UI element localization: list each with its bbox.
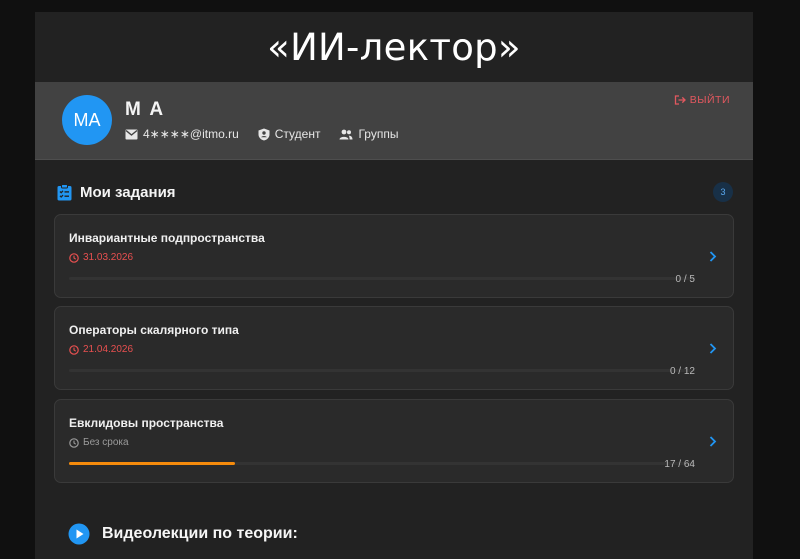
tasks-section-title: Мои задания — [80, 183, 176, 201]
email-info: 4∗∗∗∗@itmo.ru — [125, 127, 239, 141]
app-container: «ИИ-лектор» MA M A 4∗∗∗∗@itmo.ru Студент — [35, 12, 753, 559]
tasks-section-header: Мои задания 3 — [57, 182, 733, 202]
app-header: «ИИ-лектор» — [35, 12, 753, 82]
task-progress-fill — [69, 462, 236, 465]
video-section-title: Видеолекции по теории: — [102, 525, 298, 542]
logout-label: ВЫЙТИ — [689, 94, 730, 106]
task-deadline: Без срока — [69, 437, 129, 448]
user-email: 4∗∗∗∗@itmo.ru — [143, 127, 239, 141]
task-progress-count: 0 / 5 — [675, 274, 695, 285]
task-progress-count: 17 / 64 — [664, 459, 695, 470]
task-deadline: 21.04.2026 — [69, 344, 133, 355]
clock-icon — [69, 437, 79, 448]
clipboard-icon — [57, 183, 72, 200]
task-progress-track — [69, 369, 695, 372]
shield-user-icon — [258, 128, 270, 140]
task-progress-track — [69, 277, 695, 280]
people-icon — [339, 129, 353, 139]
task-deadline-text: 31.03.2026 — [83, 252, 134, 263]
task-title: Евклидовы пространства — [69, 416, 224, 430]
clock-icon — [69, 344, 79, 355]
task-deadline: 31.03.2026 — [69, 252, 133, 263]
task-progress-track — [69, 462, 695, 465]
play-circle-icon[interactable] — [68, 523, 90, 545]
user-meta: 4∗∗∗∗@itmo.ru Студент Группы — [125, 127, 417, 141]
user-name: M A — [125, 99, 166, 120]
task-title: Инвариантные подпространства — [69, 231, 265, 245]
app-title: «ИИ-лектор» — [267, 25, 521, 69]
task-progress-count: 0 / 12 — [669, 366, 695, 377]
logout-icon — [674, 95, 686, 105]
task-title: Операторы скалярного типа — [69, 323, 239, 337]
tasks-count-badge: 3 — [713, 182, 733, 202]
chevron-right-icon — [709, 251, 717, 262]
video-section-header: Видеолекции по теории: — [68, 523, 298, 545]
avatar-initials: MA — [73, 109, 101, 130]
task-deadline-text: Без срока — [83, 437, 129, 448]
task-card[interactable]: Инвариантные подпространства 31.03.2026 … — [54, 214, 734, 298]
logout-button[interactable]: ВЫЙТИ — [674, 94, 730, 106]
mail-icon — [125, 129, 138, 139]
chevron-right-icon — [709, 436, 717, 447]
clock-icon — [69, 252, 79, 263]
avatar: MA — [62, 95, 112, 145]
user-role: Студент — [274, 127, 321, 141]
groups-link[interactable]: Группы — [339, 127, 398, 141]
chevron-right-icon — [709, 343, 717, 354]
groups-label: Группы — [358, 127, 399, 141]
task-card[interactable]: Операторы скалярного типа 21.04.2026 0 /… — [54, 306, 734, 390]
task-deadline-text: 21.04.2026 — [83, 344, 134, 355]
role-info: Студент — [258, 127, 321, 141]
profile-panel: MA M A 4∗∗∗∗@itmo.ru Студент Группы ВЫЙТ… — [35, 82, 753, 160]
task-card[interactable]: Евклидовы пространства Без срока 17 / 64 — [54, 399, 734, 483]
